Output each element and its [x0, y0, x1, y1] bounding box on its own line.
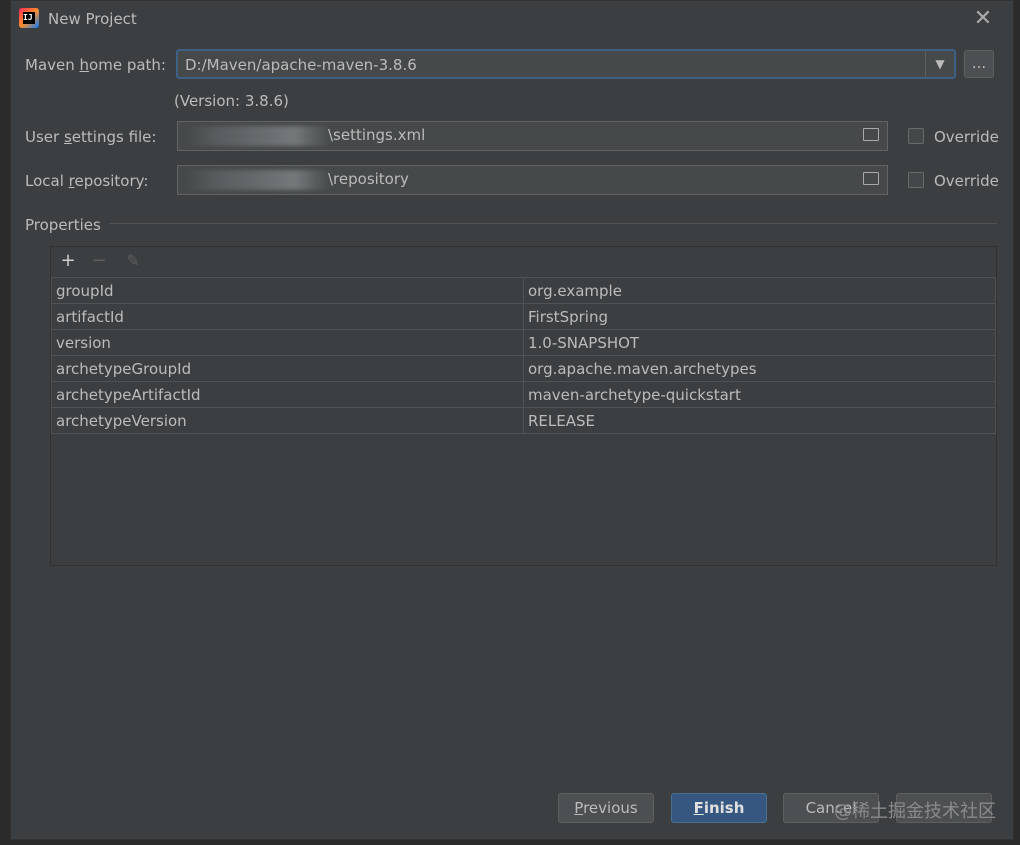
property-value[interactable]: maven-archetype-quickstart [523, 381, 996, 408]
property-key[interactable]: version [51, 329, 524, 356]
maven-home-label: Maven home path: [25, 56, 166, 74]
property-value[interactable]: 1.0-SNAPSHOT [523, 329, 996, 356]
property-key[interactable]: artifactId [51, 303, 524, 330]
local-repository-label: Local repository: [25, 172, 149, 190]
watermark-text: @稀土掘金技术社区 [834, 801, 996, 822]
properties-panel: + − ✎ groupId org.example artifactId FirstS… [50, 246, 997, 566]
chevron-down-icon[interactable]: ▼ [925, 51, 954, 77]
folder-icon[interactable] [863, 172, 879, 185]
properties-section-title: Properties [25, 216, 101, 234]
folder-icon[interactable] [863, 128, 879, 141]
title-bar: IJ New Project ✕ [11, 1, 1013, 39]
redacted-path [186, 126, 331, 146]
previous-button[interactable]: Previous [558, 793, 654, 823]
add-icon[interactable]: + [57, 250, 79, 272]
dialog-title: New Project [48, 10, 137, 28]
maven-version-text: (Version: 3.8.6) [174, 92, 289, 110]
settings-override-label: Override [934, 128, 999, 146]
table-row[interactable]: version 1.0-SNAPSHOT [51, 329, 996, 356]
table-row[interactable]: archetypeVersion RELEASE [51, 407, 996, 434]
property-value[interactable]: org.example [523, 277, 996, 304]
property-key[interactable]: archetypeVersion [51, 407, 524, 434]
table-row[interactable]: groupId org.example [51, 277, 996, 304]
browse-button[interactable]: ... [964, 50, 994, 78]
section-divider [109, 223, 997, 224]
table-row[interactable]: artifactId FirstSpring [51, 303, 996, 330]
user-settings-label: User settings file: [25, 128, 157, 146]
table-row[interactable]: archetypeArtifactId maven-archetype-quick… [51, 381, 996, 408]
finish-button[interactable]: Finish [671, 793, 767, 823]
property-value[interactable]: org.apache.maven.archetypes [523, 355, 996, 382]
property-key[interactable]: groupId [51, 277, 524, 304]
intellij-logo-icon: IJ [19, 8, 39, 28]
property-key[interactable]: archetypeArtifactId [51, 381, 524, 408]
property-value[interactable]: RELEASE [523, 407, 996, 434]
properties-table: groupId org.example artifactId FirstSpring v… [51, 277, 996, 434]
edit-icon[interactable]: ✎ [122, 250, 144, 272]
user-settings-field[interactable]: \settings.xml [177, 121, 888, 151]
close-icon[interactable]: ✕ [971, 7, 995, 31]
property-value[interactable]: FirstSpring [523, 303, 996, 330]
local-repository-value: \repository [328, 170, 409, 188]
table-row[interactable]: archetypeGroupId org.apache.maven.archety… [51, 355, 996, 382]
property-key[interactable]: archetypeGroupId [51, 355, 524, 382]
properties-toolbar: + − ✎ [51, 247, 996, 277]
user-settings-value: \settings.xml [328, 126, 426, 144]
repository-override-checkbox[interactable] [908, 172, 924, 188]
maven-home-value: D:/Maven/apache-maven-3.8.6 [185, 56, 417, 74]
new-project-dialog: IJ New Project ✕ Maven home path: D:/Mav… [10, 0, 1014, 840]
remove-icon[interactable]: − [88, 250, 110, 272]
settings-override-checkbox[interactable] [908, 128, 924, 144]
redacted-path [186, 170, 331, 190]
maven-home-combobox[interactable]: D:/Maven/apache-maven-3.8.6 ▼ [176, 49, 956, 79]
repository-override-label: Override [934, 172, 999, 190]
local-repository-field[interactable]: \repository [177, 165, 888, 195]
